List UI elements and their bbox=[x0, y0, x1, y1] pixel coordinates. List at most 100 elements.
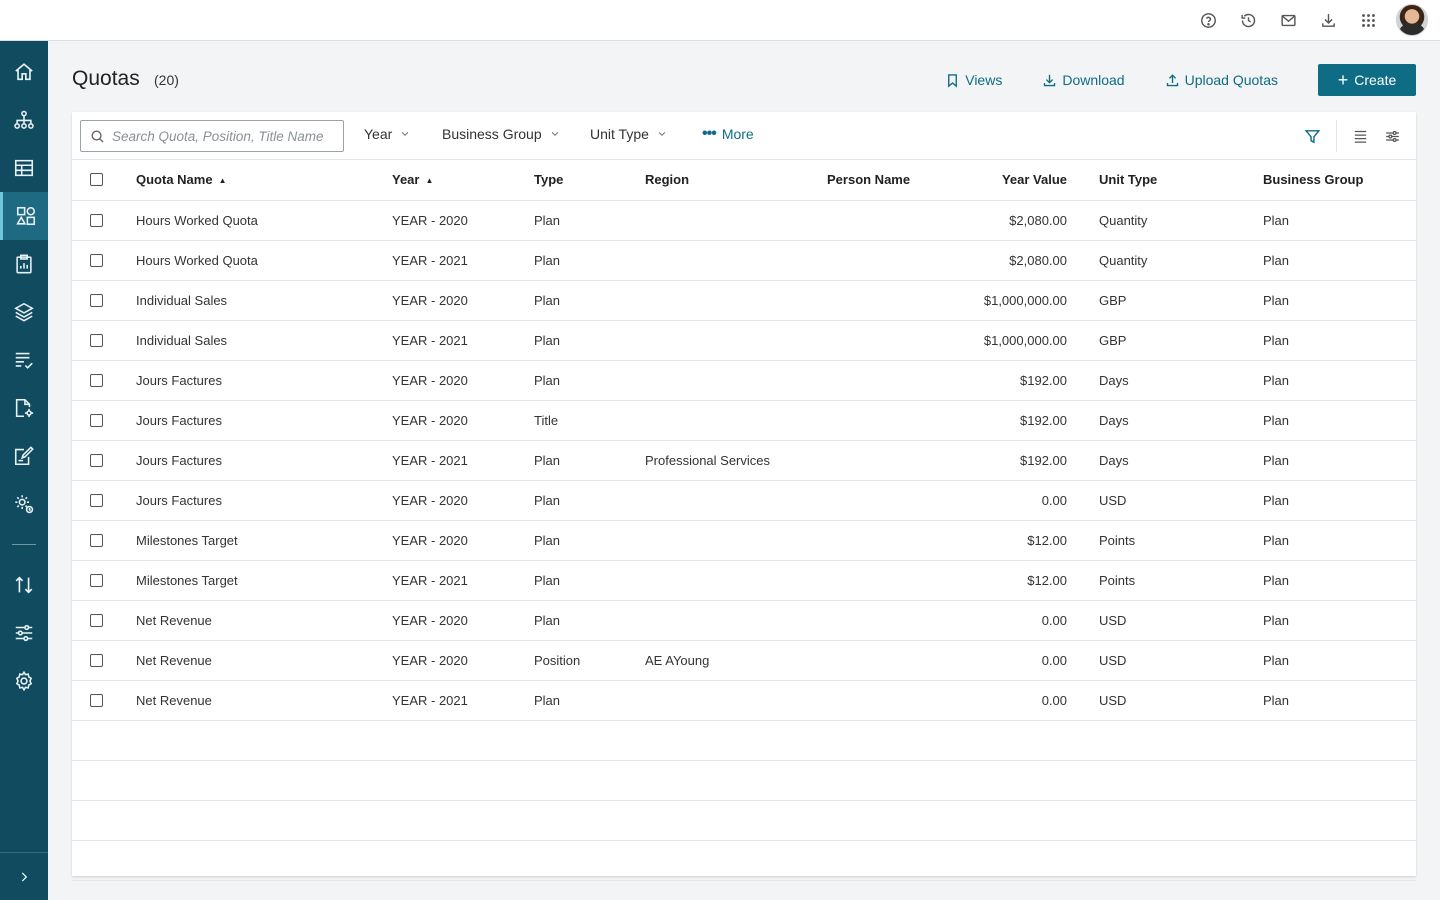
sort-arrows-icon[interactable] bbox=[0, 561, 48, 609]
row-checkbox[interactable] bbox=[90, 493, 103, 507]
business-group-cell: Plan bbox=[1263, 280, 1416, 321]
search-box[interactable] bbox=[80, 120, 344, 152]
row-checkbox[interactable] bbox=[90, 693, 103, 707]
mail-icon[interactable] bbox=[1268, 0, 1308, 40]
org-chart-icon[interactable] bbox=[0, 96, 48, 144]
row-checkbox[interactable] bbox=[90, 333, 103, 347]
table-icon[interactable] bbox=[0, 144, 48, 192]
avatar[interactable] bbox=[1396, 4, 1428, 36]
row-checkbox[interactable] bbox=[90, 413, 103, 427]
table-row[interactable]: Jours Factures YEAR - 2020 Plan 0.00 USD Plan bbox=[72, 480, 1416, 521]
year-cell: YEAR - 2020 bbox=[392, 640, 534, 681]
clipboard-icon[interactable] bbox=[0, 240, 48, 288]
more-filters-button[interactable]: ••• More bbox=[702, 126, 754, 143]
column-header-year-value[interactable]: Year Value bbox=[947, 160, 1077, 201]
unit-type-filter-label: Unit Type bbox=[590, 126, 649, 142]
column-header-unit-type[interactable]: Unit Type bbox=[1077, 160, 1263, 201]
business-group-cell: Plan bbox=[1263, 240, 1416, 281]
business-group-cell: Plan bbox=[1263, 400, 1416, 441]
table-row[interactable]: Hours Worked Quota YEAR - 2021 Plan $2,080.… bbox=[72, 240, 1416, 281]
table-row[interactable]: Net Revenue YEAR - 2020 Plan 0.00 USD Plan bbox=[72, 600, 1416, 641]
business-group-cell: Plan bbox=[1263, 640, 1416, 681]
region-cell bbox=[645, 480, 827, 521]
region-cell bbox=[645, 560, 827, 601]
row-checkbox[interactable] bbox=[90, 453, 103, 467]
help-icon[interactable] bbox=[1188, 0, 1228, 40]
gears-icon[interactable] bbox=[0, 480, 48, 528]
column-header-quota-name[interactable]: Quota Name ▲ bbox=[136, 160, 392, 201]
table-row[interactable]: Jours Factures YEAR - 2020 Plan $192.00 Days… bbox=[72, 360, 1416, 401]
download-button[interactable]: Download bbox=[1042, 72, 1125, 88]
home-icon[interactable] bbox=[0, 48, 48, 96]
region-cell bbox=[645, 200, 827, 241]
chevron-down-icon bbox=[551, 131, 558, 136]
views-button[interactable]: Views bbox=[945, 72, 1002, 88]
empty-row bbox=[72, 720, 1416, 761]
table-row[interactable]: Milestones Target YEAR - 2021 Plan $12.00 Po… bbox=[72, 560, 1416, 601]
table-row[interactable]: Net Revenue YEAR - 2021 Plan 0.00 USD Plan bbox=[72, 680, 1416, 721]
checklist-icon[interactable] bbox=[0, 336, 48, 384]
download-icon[interactable] bbox=[1308, 0, 1348, 40]
year-filter[interactable]: Year bbox=[364, 126, 410, 142]
empty-row bbox=[72, 760, 1416, 801]
business-group-filter[interactable]: Business Group bbox=[442, 126, 560, 142]
business-group-cell: Plan bbox=[1263, 520, 1416, 561]
layers-icon[interactable] bbox=[0, 288, 48, 336]
quota-name-cell: Net Revenue bbox=[136, 680, 392, 721]
region-cell bbox=[645, 320, 827, 361]
table-row[interactable]: Jours Factures YEAR - 2021 Plan Professiona… bbox=[72, 440, 1416, 481]
row-checkbox[interactable] bbox=[90, 653, 103, 667]
column-header-region[interactable]: Region bbox=[645, 160, 827, 201]
type-cell: Plan bbox=[534, 360, 645, 401]
sliders-icon[interactable] bbox=[0, 609, 48, 657]
filter-icon[interactable] bbox=[1296, 112, 1328, 160]
list-density-icon[interactable] bbox=[1344, 112, 1376, 160]
year-value-cell: $1,000,000.00 bbox=[947, 320, 1077, 361]
region-cell bbox=[645, 400, 827, 441]
expand-sidebar-button[interactable] bbox=[0, 852, 48, 900]
table-row[interactable]: Individual Sales YEAR - 2020 Plan $1,000,00… bbox=[72, 280, 1416, 321]
row-checkbox[interactable] bbox=[90, 613, 103, 627]
column-header-person-name[interactable]: Person Name bbox=[827, 160, 947, 201]
table-row[interactable]: Jours Factures YEAR - 2020 Title $192.00 Day… bbox=[72, 400, 1416, 441]
row-checkbox[interactable] bbox=[90, 213, 103, 227]
shapes-icon[interactable] bbox=[0, 192, 48, 240]
create-button[interactable]: + Create bbox=[1318, 64, 1416, 96]
quotas-table: Quota Name ▲ Year ▲ Type Region Person Nam… bbox=[72, 160, 1416, 881]
select-all-checkbox[interactable] bbox=[90, 173, 103, 187]
history-icon[interactable] bbox=[1228, 0, 1268, 40]
settings-icon[interactable] bbox=[0, 657, 48, 705]
row-checkbox[interactable] bbox=[90, 533, 103, 547]
row-checkbox[interactable] bbox=[90, 373, 103, 387]
table-row[interactable]: Hours Worked Quota YEAR - 2020 Plan $2,080.… bbox=[72, 200, 1416, 241]
upload-quotas-button[interactable]: Upload Quotas bbox=[1165, 72, 1278, 88]
quota-name-cell: Jours Factures bbox=[136, 440, 392, 481]
column-header-business-group[interactable]: Business Group bbox=[1263, 160, 1416, 201]
apps-grid-icon[interactable] bbox=[1348, 0, 1388, 40]
year-cell: YEAR - 2021 bbox=[392, 680, 534, 721]
row-select-cell bbox=[72, 680, 136, 721]
type-cell: Plan bbox=[534, 440, 645, 481]
row-checkbox[interactable] bbox=[90, 293, 103, 307]
business-group-filter-label: Business Group bbox=[442, 126, 542, 142]
type-cell: Plan bbox=[534, 680, 645, 721]
table-row[interactable]: Milestones Target YEAR - 2020 Plan $12.00 Po… bbox=[72, 520, 1416, 561]
search-input[interactable] bbox=[112, 128, 332, 144]
column-header-year[interactable]: Year ▲ bbox=[392, 160, 534, 201]
table-row[interactable]: Net Revenue YEAR - 2020 Position AE AYoung 0… bbox=[72, 640, 1416, 681]
unit-type-filter[interactable]: Unit Type bbox=[590, 126, 667, 142]
row-checkbox[interactable] bbox=[90, 253, 103, 267]
edit-document-icon[interactable] bbox=[0, 432, 48, 480]
document-settings-icon[interactable] bbox=[0, 384, 48, 432]
business-group-cell: Plan bbox=[1263, 600, 1416, 641]
column-header-type[interactable]: Type bbox=[534, 160, 645, 201]
row-select-cell bbox=[72, 360, 136, 401]
page-title: Quotas bbox=[72, 67, 140, 90]
year-cell: YEAR - 2020 bbox=[392, 480, 534, 521]
column-settings-icon[interactable] bbox=[1376, 112, 1408, 160]
year-value-cell: 0.00 bbox=[947, 600, 1077, 641]
row-checkbox[interactable] bbox=[90, 573, 103, 587]
column-label: Quota Name bbox=[136, 172, 213, 188]
person-name-cell bbox=[827, 200, 947, 241]
table-row[interactable]: Individual Sales YEAR - 2021 Plan $1,000,00… bbox=[72, 320, 1416, 361]
